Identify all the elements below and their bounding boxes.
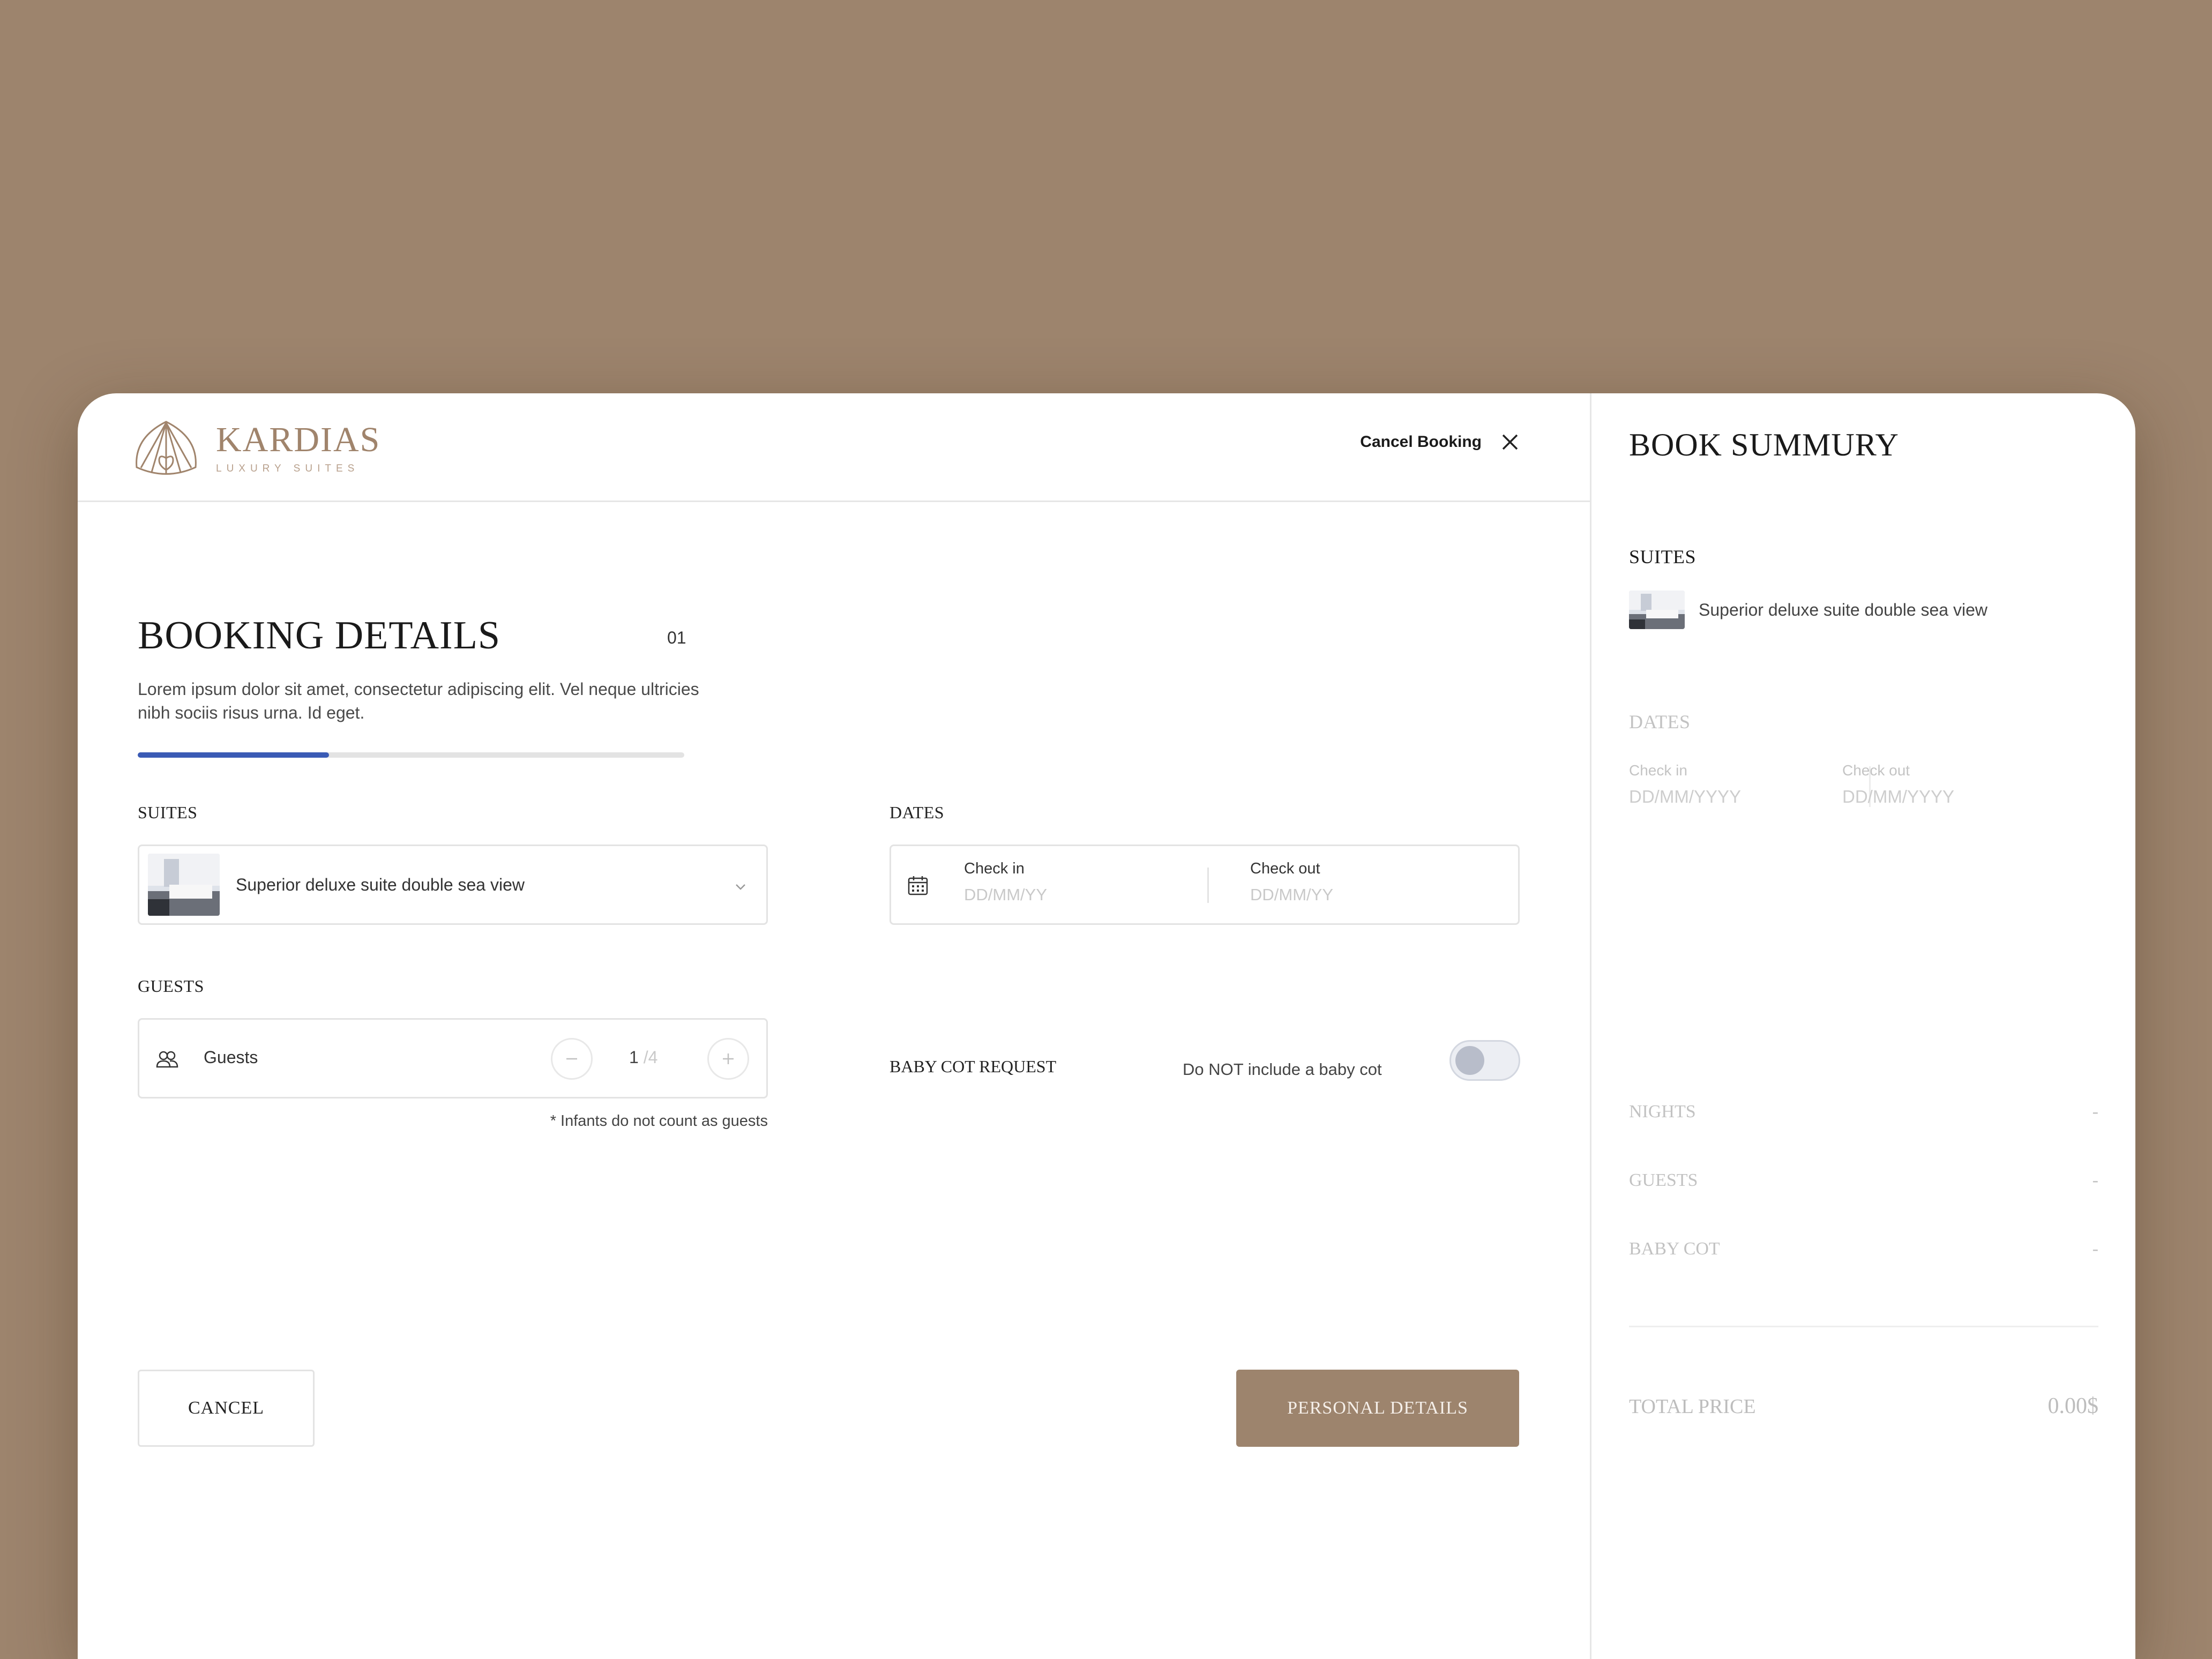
guests-field-label: Guests: [204, 1048, 258, 1067]
suite-select-value: Superior deluxe suite double sea view: [236, 875, 525, 894]
brand-tagline: LUXURY SUITES: [216, 463, 360, 474]
minus-icon: [566, 1058, 577, 1060]
dates-label: DATES: [890, 803, 945, 822]
summary-guests-label: GUESTS: [1629, 1170, 1698, 1190]
guests-value: 1 /4: [629, 1048, 657, 1067]
decrement-guests-button[interactable]: [551, 1038, 593, 1080]
baby-cot-label: BABY COT REQUEST: [890, 1057, 1057, 1076]
summary-title: BOOK SUMMURY: [1629, 427, 1899, 462]
shell-logo-icon: [136, 421, 197, 475]
summary-suite-thumbnail: [1629, 591, 1685, 629]
guests-max: /4: [643, 1048, 658, 1067]
toggle-knob: [1455, 1046, 1484, 1075]
check-out-label: Check out: [1250, 860, 1320, 877]
increment-guests-button[interactable]: [707, 1038, 749, 1080]
booking-window: KARDIAS LUXURY SUITES Cancel Booking BOO…: [78, 393, 2135, 1659]
check-out-placeholder: DD/MM/YY: [1250, 885, 1333, 904]
summary-nights-label: NIGHTS: [1629, 1102, 1696, 1122]
guests-count: 1: [629, 1048, 639, 1067]
summary-guests-value: -: [2092, 1170, 2098, 1190]
header: KARDIAS LUXURY SUITES Cancel Booking: [78, 393, 1590, 502]
calendar-icon: [908, 876, 928, 895]
step-number: 01: [667, 628, 686, 647]
check-out-field[interactable]: Check out DD/MM/YY: [1250, 860, 1333, 905]
summary-baby-cot-value: -: [2092, 1239, 2098, 1259]
guests-stepper: Guests 1 /4: [138, 1018, 768, 1098]
users-icon: [156, 1051, 178, 1068]
cancel-booking-label: Cancel Booking: [1360, 433, 1482, 451]
summary-total-label: TOTAL PRICE: [1629, 1395, 1756, 1418]
baby-cot-toggle[interactable]: [1449, 1040, 1520, 1081]
summary-suites-label: SUITES: [1629, 546, 1697, 567]
infants-note: * Infants do not count as guests: [550, 1112, 768, 1130]
cancel-booking-button[interactable]: Cancel Booking: [1360, 432, 1520, 452]
summary-check-in: Check in DD/MM/YYYY: [1629, 762, 1741, 807]
summary-check-out: Check out DD/MM/YYYY: [1842, 762, 1954, 807]
summary-check-out-value: DD/MM/YYYY: [1842, 787, 1955, 806]
guests-label: GUESTS: [138, 976, 204, 996]
cancel-button[interactable]: CANCEL: [138, 1370, 315, 1447]
close-icon: [1502, 434, 1518, 450]
progress-bar: [138, 752, 684, 758]
baby-cot-status-text: Do NOT include a baby cot: [1183, 1060, 1382, 1079]
summary-guests-row: GUESTS -: [1629, 1170, 2098, 1191]
date-range-picker[interactable]: Check in DD/MM/YY Check out DD/MM/YY: [890, 845, 1520, 925]
page-description: Lorem ipsum dolor sit amet, consectetur …: [138, 679, 699, 722]
personal-details-button[interactable]: PERSONAL DETAILS: [1236, 1370, 1519, 1447]
summary-check-in-label: Check in: [1629, 762, 1687, 779]
suite-thumbnail: [148, 854, 220, 916]
brand-logo[interactable]: KARDIAS LUXURY SUITES: [131, 414, 380, 483]
check-in-label: Check in: [964, 860, 1025, 877]
summary-nights-row: NIGHTS -: [1629, 1102, 2098, 1122]
summary-check-out-label: Check out: [1842, 762, 1910, 779]
date-divider: [1207, 868, 1209, 903]
summary-baby-cot-label: BABY COT: [1629, 1239, 1720, 1259]
plus-icon: [723, 1053, 734, 1064]
summary-total-row: TOTAL PRICE 0.00$: [1629, 1393, 2098, 1419]
summary-divider: [1629, 1326, 2098, 1327]
check-in-placeholder: DD/MM/YY: [964, 885, 1047, 904]
brand-name: KARDIAS: [216, 420, 381, 459]
suite-select[interactable]: Superior deluxe suite double sea view: [138, 845, 768, 925]
page-title: BOOKING DETAILS: [138, 614, 501, 657]
summary-dates-label: DATES: [1629, 711, 1691, 733]
check-in-field[interactable]: Check in DD/MM/YY: [964, 860, 1047, 905]
summary-nights-value: -: [2092, 1102, 2098, 1122]
summary-total-value: 0.00$: [2047, 1394, 2099, 1418]
chevron-down-icon: [736, 884, 745, 890]
suites-label: SUITES: [138, 803, 198, 822]
summary-check-in-value: DD/MM/YYYY: [1629, 787, 1742, 806]
progress-bar-fill: [138, 752, 329, 758]
summary-baby-cot-row: BABY COT -: [1629, 1239, 2098, 1259]
summary-suite-name: Superior deluxe suite double sea view: [1699, 600, 1987, 619]
booking-summary-panel: BOOK SUMMURY SUITES Superior deluxe suit…: [1590, 393, 2135, 1659]
